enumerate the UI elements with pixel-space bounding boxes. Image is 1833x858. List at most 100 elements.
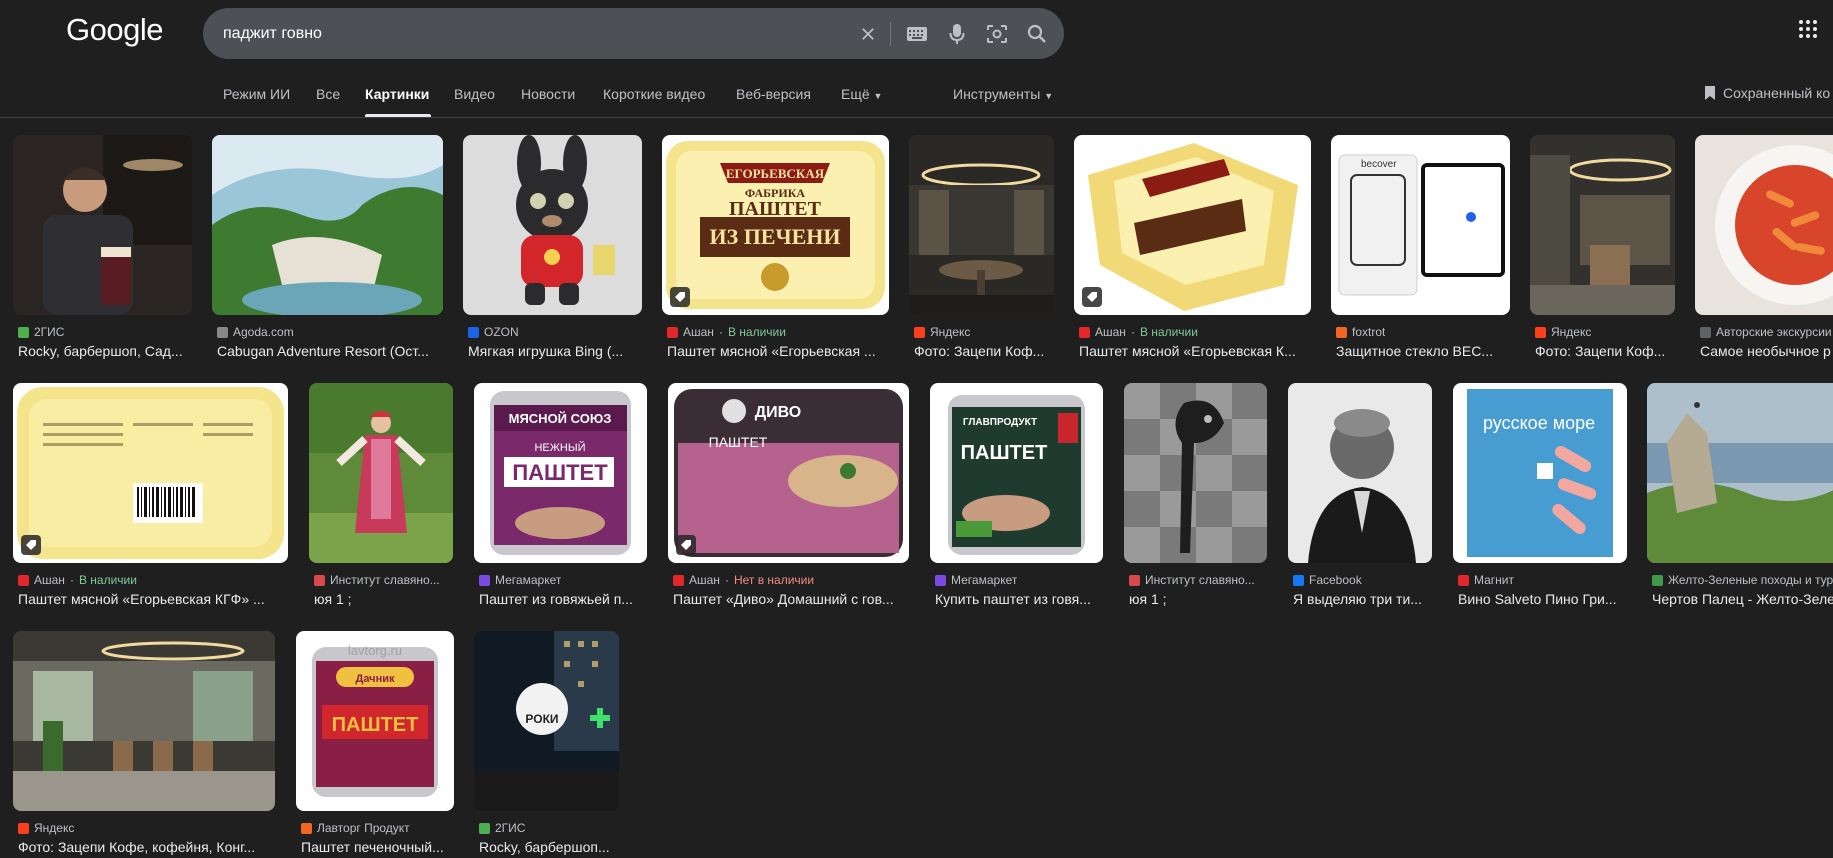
result-title[interactable]: Купить паштет из говя... [935, 591, 1109, 607]
divo-pate-text: ПАШТЕТ [709, 434, 768, 450]
tab-images[interactable]: Картинки [365, 86, 429, 102]
tab-all[interactable]: Все [316, 86, 340, 102]
result-title[interactable]: Паштет «Диво» Домашний с гов... [673, 591, 915, 607]
apps-grid-icon[interactable] [1798, 19, 1822, 43]
product-tag-icon [670, 287, 690, 307]
result-thumbnail[interactable]: becover [1331, 135, 1510, 315]
favicon-icon [1079, 326, 1090, 338]
result-title[interactable]: Cabugan Adventure Resort (Ост... [217, 343, 449, 359]
tab-news[interactable]: Новости [521, 86, 575, 102]
result-title[interactable]: Rocky, барбершоп... [479, 839, 625, 855]
result-source[interactable]: Мегамаркет [935, 573, 1017, 587]
product-tag-icon [21, 535, 41, 555]
result-source[interactable]: Agoda.com [217, 325, 294, 339]
result-title[interactable]: Фото: Зацепи Коф... [1535, 343, 1681, 359]
result-source[interactable]: Яндекс [18, 821, 74, 835]
result-thumbnail[interactable] [1530, 135, 1675, 315]
result-source[interactable]: OZON [468, 325, 519, 339]
result-thumbnail[interactable] [13, 135, 192, 315]
pate-brand-text: ЕГОРЬЕВСКАЯ [726, 166, 825, 181]
result-source[interactable]: Ашан · В наличии [18, 573, 137, 587]
tab-web[interactable]: Веб-версия [736, 86, 811, 102]
result-title[interactable]: Паштет печеночный... [301, 839, 460, 855]
result-source[interactable]: Лавторг Продукт [301, 821, 410, 835]
search-box[interactable] [203, 8, 1064, 59]
result-source[interactable]: Яндекс [1535, 325, 1591, 339]
keyboard-icon[interactable] [905, 22, 929, 46]
result-thumbnail[interactable]: МЯСНОЙ СОЮЗ НЕЖНЫЙ ПАШТЕТ [474, 383, 647, 563]
source-name: OZON [484, 325, 519, 339]
bookmark-icon [1705, 86, 1715, 100]
search-icon[interactable] [1025, 22, 1049, 46]
tools-button[interactable]: Инструменты ▼ [953, 86, 1053, 102]
can-sub-text: НЕЖНЫЙ [534, 441, 585, 454]
result-source[interactable]: Институт славяно... [314, 573, 459, 587]
result-title[interactable]: Я выделяю три ти... [1293, 591, 1438, 607]
stock-status: В наличии [78, 573, 137, 587]
result-thumbnail[interactable]: ГЛАВПРОДУКТ ПАШТЕТ [930, 383, 1103, 563]
google-logo[interactable]: Google [66, 12, 163, 48]
result-title[interactable]: Фото: Зацепи Кофе, кофейня, Конг... [18, 839, 281, 855]
result-title[interactable]: Защитное стекло BEC... [1336, 343, 1516, 359]
result-thumbnail[interactable] [309, 383, 453, 563]
result-thumbnail[interactable] [1124, 383, 1267, 563]
result-title[interactable]: Вино Salveto Пино Гри... [1458, 591, 1633, 607]
result-title[interactable]: Паштет мясной «Егорьевская ... [667, 343, 895, 359]
result-title[interactable]: Самое необычное р [1700, 343, 1833, 359]
saved-label: Сохраненный ко [1723, 85, 1831, 101]
dachnik-brand-text: Дачник [356, 673, 395, 685]
result-thumbnail[interactable] [909, 135, 1054, 315]
result-thumbnail[interactable] [463, 135, 642, 315]
result-thumbnail[interactable] [13, 631, 275, 811]
result-thumbnail[interactable]: lavtorg.ru Дачник ПАШТЕТ [296, 631, 454, 811]
result-source[interactable]: Facebook [1293, 573, 1362, 587]
result-thumbnail[interactable] [1074, 135, 1311, 315]
lens-camera-icon[interactable] [985, 22, 1009, 46]
tab-video[interactable]: Видео [454, 86, 495, 102]
stock-status: В наличии [727, 325, 786, 339]
result-source[interactable]: Мегамаркет [479, 573, 561, 587]
microphone-icon[interactable] [945, 22, 969, 46]
saved-button[interactable]: Сохраненный ко [1703, 85, 1830, 101]
result-thumbnail[interactable]: русское море [1453, 383, 1627, 563]
favicon-icon [479, 574, 490, 586]
source-name: Мегамаркет [951, 573, 1018, 587]
result-source[interactable]: Авторские экскурсии [1700, 325, 1833, 339]
result-thumbnail[interactable] [1647, 383, 1833, 563]
result-source[interactable]: 2ГИС [479, 821, 525, 835]
result-source[interactable]: Институт славяно... [1129, 573, 1273, 587]
result-thumbnail[interactable] [1695, 135, 1833, 315]
result-title[interactable]: юя 1 ; [314, 591, 459, 607]
result-title[interactable]: Паштет мясной «Егорьевская КГФ» ... [18, 591, 294, 607]
tab-short-videos[interactable]: Короткие видео [603, 86, 705, 102]
result-source[interactable]: foxtrot [1336, 325, 1385, 339]
result-title[interactable]: юя 1 ; [1129, 591, 1273, 607]
result-title[interactable]: Чертов Палец - Желто-Зеле [1652, 591, 1833, 607]
result-title[interactable]: Rocky, барбершоп, Сад... [18, 343, 198, 359]
tab-more[interactable]: Ещё ▼ [841, 86, 882, 102]
result-source[interactable]: Ашан · В наличии [667, 325, 786, 339]
result-title[interactable]: Фото: Зацепи Коф... [914, 343, 1060, 359]
result-title[interactable]: Мягкая игрушка Bing (... [468, 343, 648, 359]
result-thumbnail[interactable]: ДИВО ПАШТЕТ [668, 383, 909, 563]
result-source[interactable]: Ашан · В наличии [1079, 325, 1198, 339]
result-source[interactable]: Магнит [1458, 573, 1514, 587]
result-thumbnail[interactable] [13, 383, 288, 563]
result-title[interactable]: Паштет мясной «Егорьевская К... [1079, 343, 1317, 359]
tab-ai-mode[interactable]: Режим ИИ [223, 86, 290, 102]
favicon-icon [1293, 574, 1304, 586]
result-source[interactable]: Желто-Зеленые походы и тур [1652, 573, 1833, 587]
result-source[interactable]: Яндекс [914, 325, 970, 339]
result-title[interactable]: Паштет из говяжьей п... [479, 591, 653, 607]
favicon-icon [667, 326, 678, 338]
result-thumbnail[interactable] [1288, 383, 1432, 563]
result-thumbnail[interactable] [212, 135, 443, 315]
product-tag-icon [676, 535, 696, 555]
result-thumbnail[interactable]: РОКИ [474, 631, 619, 811]
search-input[interactable] [223, 8, 843, 59]
result-source[interactable]: 2ГИС [18, 325, 64, 339]
source-name: Ашан [683, 325, 714, 339]
clear-icon[interactable] [856, 22, 880, 46]
result-source[interactable]: Ашан · Нет в наличии [673, 573, 814, 587]
result-thumbnail[interactable]: ЕГОРЬЕВСКАЯ ФАБРИКА ПАШТЕТ ИЗ ПЕЧЕНИ [662, 135, 889, 315]
